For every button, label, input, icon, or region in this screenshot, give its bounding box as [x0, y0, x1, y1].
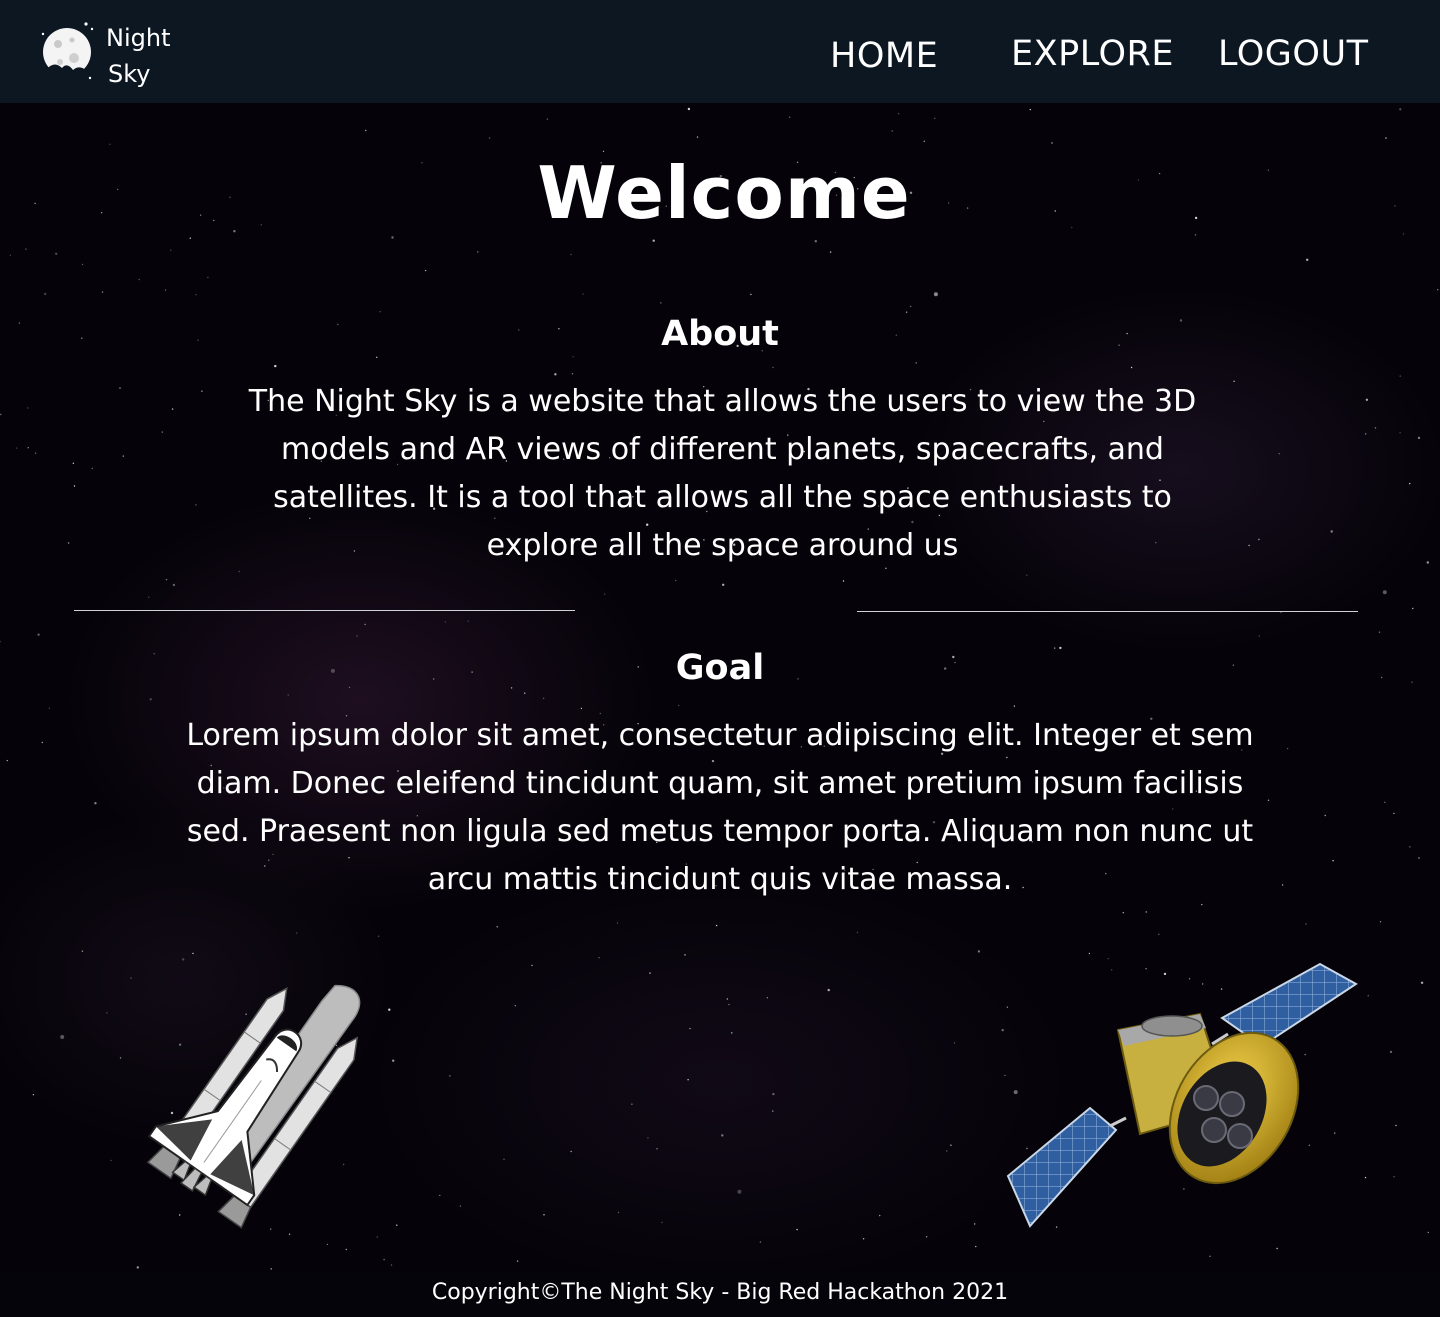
goal-title: Goal	[675, 648, 765, 688]
page-title: Welcome	[537, 151, 911, 235]
nav-home-link[interactable]: HOME	[830, 32, 938, 80]
nav-logout-link[interactable]: LOGOUT	[1218, 30, 1368, 78]
brand-name: Night Sky	[106, 20, 196, 92]
about-title: About	[661, 314, 779, 354]
top-navbar: Night Sky HOME EXPLORE LOGOUT	[0, 0, 1440, 103]
about-text: The Night Sky is a website that allows t…	[248, 384, 1197, 563]
goal-text: Lorem ipsum dolor sit amet, consectetur …	[186, 718, 1254, 897]
brand-name-line1: Night	[106, 24, 171, 52]
copyright-text: Copyright©The Night Sky - Big Red Hackat…	[431, 1280, 1009, 1305]
satellite-icon	[1006, 962, 1358, 1228]
moon-icon	[41, 22, 94, 80]
space-shuttle-icon	[146, 984, 361, 1229]
divider-right	[857, 611, 1358, 612]
brand-logo[interactable]: Night Sky	[40, 18, 190, 88]
page-footer: Copyright©The Night Sky - Big Red Hackat…	[0, 1272, 1440, 1317]
nav-explore-link[interactable]: EXPLORE	[1011, 30, 1174, 78]
divider-left	[74, 610, 575, 611]
brand-name-line2: Sky	[108, 60, 151, 88]
